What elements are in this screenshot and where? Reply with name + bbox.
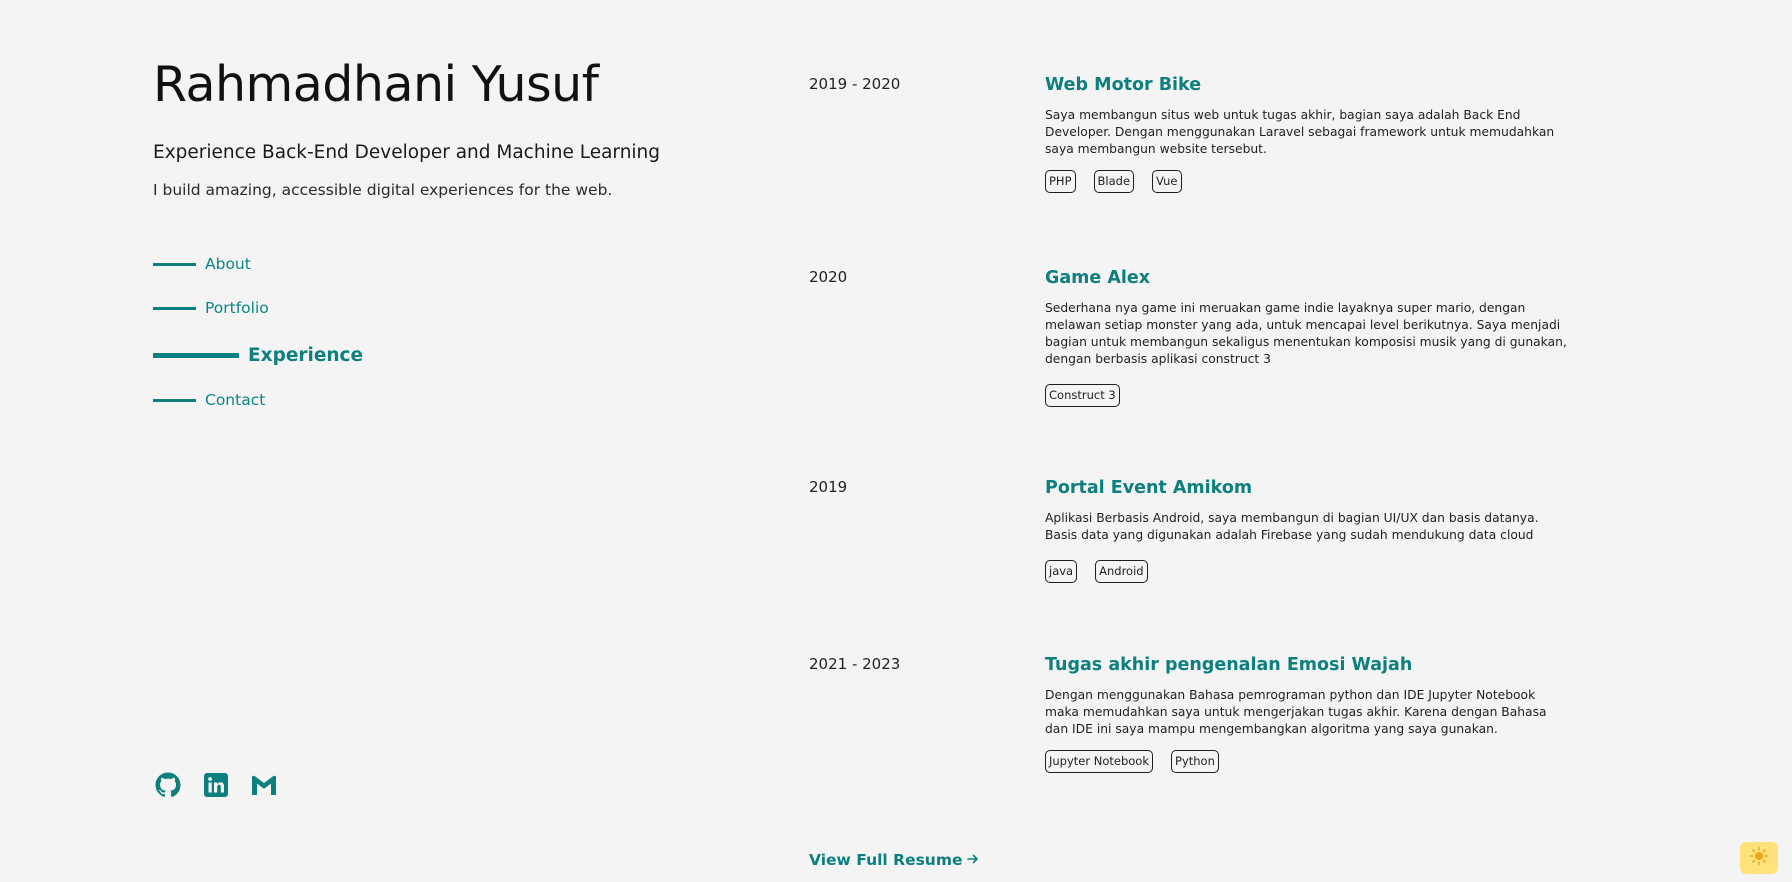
tag-list: Jupyter Notebook Python	[1045, 750, 1570, 773]
experience-title[interactable]: Web Motor Bike	[1045, 74, 1570, 96]
experience-content: Game Alex Sederhana nya game ini meruaka…	[1045, 267, 1570, 407]
experience-period: 2019	[809, 478, 848, 496]
tech-tag: Android	[1095, 560, 1148, 583]
tech-tag: PHP	[1045, 170, 1076, 193]
arrow-right-icon	[966, 851, 979, 869]
view-resume-label: View Full Resume	[809, 851, 963, 869]
nav-indicator	[153, 262, 196, 266]
role-subtitle: Experience Back-End Developer and Machin…	[153, 142, 661, 163]
tag-list: PHP Blade Vue	[1045, 170, 1570, 193]
nav-item-label: Contact	[205, 391, 266, 409]
experience-description: Aplikasi Berbasis Android, saya membangu…	[1045, 511, 1539, 542]
experience-period: 2020	[809, 268, 848, 286]
tech-tag: Python	[1171, 750, 1219, 773]
tech-tag: Jupyter Notebook	[1045, 750, 1154, 773]
nav-indicator	[153, 398, 196, 402]
view-resume-link[interactable]: View Full Resume	[809, 851, 979, 869]
nav-item-about[interactable]: About	[153, 252, 363, 276]
tech-tag: java	[1045, 560, 1078, 583]
experience-content: Web Motor Bike Saya membangun situs web …	[1045, 74, 1570, 193]
nav-item-label: Experience	[248, 344, 364, 366]
tagline: I build amazing, accessible digital expe…	[153, 181, 613, 199]
experience-title[interactable]: Tugas akhir pengenalan Emosi Wajah	[1045, 654, 1570, 676]
experience-content: Portal Event Amikom Aplikasi Berbasis An…	[1045, 477, 1570, 583]
tech-tag: Construct 3	[1045, 384, 1120, 407]
experience-description: Dengan menggunakan Bahasa pemrograman py…	[1045, 688, 1547, 736]
nav-indicator	[153, 306, 196, 310]
nav-item-label: Portfolio	[205, 299, 269, 317]
experience-period: 2019 - 2020	[809, 75, 901, 93]
experience-period: 2021 - 2023	[809, 655, 901, 673]
social-links	[155, 772, 277, 798]
experience-title[interactable]: Portal Event Amikom	[1045, 477, 1570, 499]
experience-description: Saya membangun situs web untuk tugas akh…	[1045, 108, 1555, 156]
tag-list: Construct 3	[1045, 384, 1570, 407]
experience-content: Tugas akhir pengenalan Emosi Wajah Denga…	[1045, 654, 1570, 773]
sun-icon	[1749, 846, 1769, 870]
nav-indicator	[153, 352, 239, 358]
page-title: Rahmadhani Yusuf	[153, 56, 599, 113]
nav-item-portfolio[interactable]: Portfolio	[153, 296, 363, 320]
gmail-icon[interactable]	[251, 772, 277, 798]
experience-description: Sederhana nya game ini meruakan game ind…	[1045, 301, 1567, 366]
tech-tag: Vue	[1152, 170, 1182, 193]
page: Rahmadhani Yusuf Experience Back-End Dev…	[0, 0, 1792, 882]
section-nav: About Portfolio Experience Contact	[153, 252, 363, 432]
github-icon[interactable]	[155, 772, 181, 798]
intro: Rahmadhani Yusuf Experience Back-End Dev…	[153, 52, 793, 200]
nav-item-label: About	[205, 255, 251, 273]
nav-item-experience[interactable]: Experience	[153, 340, 363, 370]
tag-list: java Android	[1045, 560, 1570, 583]
nav-item-contact[interactable]: Contact	[153, 388, 363, 412]
linkedin-icon[interactable]	[203, 772, 229, 798]
theme-toggle-button[interactable]	[1740, 842, 1778, 874]
experience-title[interactable]: Game Alex	[1045, 267, 1570, 289]
tech-tag: Blade	[1093, 170, 1135, 193]
